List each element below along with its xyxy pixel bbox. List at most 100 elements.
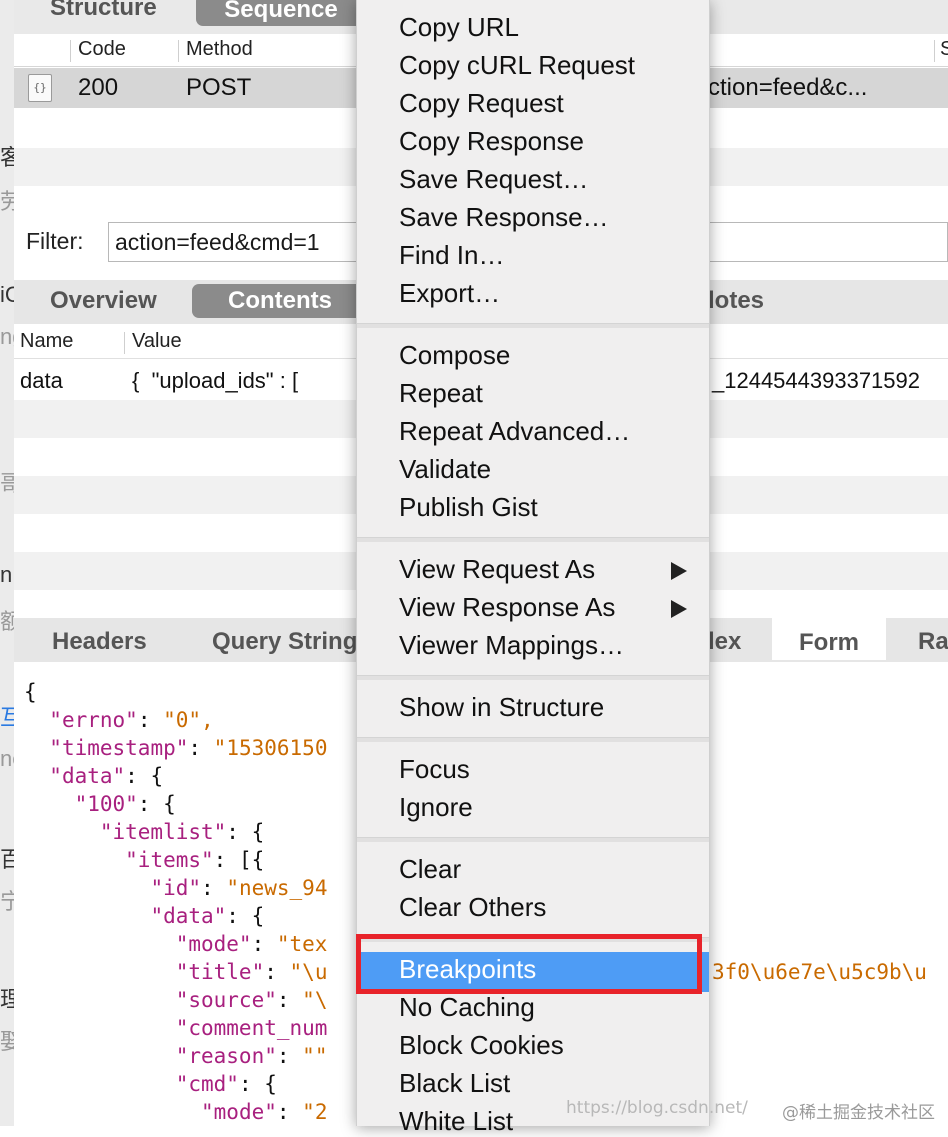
json-line: "mode": "tex	[24, 932, 328, 956]
json-punct: : {	[238, 1072, 277, 1096]
json-line: "data": {	[24, 904, 264, 928]
json-key: "id"	[150, 876, 202, 900]
menu-separator	[357, 537, 709, 542]
json-key: "mode"	[175, 932, 252, 956]
json-key: "title"	[175, 960, 265, 984]
left-glyph: 额	[0, 609, 14, 634]
json-line: "reason": ""	[24, 1044, 328, 1068]
json-value: "tex	[276, 932, 328, 956]
menu-item-compose[interactable]: Compose	[399, 340, 510, 371]
menu-separator	[357, 737, 709, 742]
json-key: "errno"	[49, 708, 138, 732]
menu-item-clear[interactable]: Clear	[399, 854, 461, 885]
json-line: "title": "\u	[24, 960, 328, 984]
column-header-value[interactable]: Value	[132, 330, 182, 353]
tab-notes[interactable]: lotes	[708, 287, 764, 315]
json-key: "data"	[49, 764, 126, 788]
json-line: "100": {	[24, 792, 176, 816]
menu-item-ignore[interactable]: Ignore	[399, 792, 473, 823]
json-punct: :	[276, 988, 303, 1012]
menu-item-clear-others[interactable]: Clear Others	[399, 892, 546, 923]
json-key: "mode"	[201, 1100, 277, 1124]
tab-query-string[interactable]: Query String	[212, 628, 357, 656]
left-glyph: iC	[0, 282, 14, 307]
menu-item-no-caching[interactable]: No Caching	[399, 992, 535, 1023]
json-value: "0",	[163, 708, 214, 732]
json-line: "itemlist": {	[24, 820, 264, 844]
menu-item-view-request-as[interactable]: View Request As	[399, 554, 595, 585]
tab-hex[interactable]: lex	[708, 628, 741, 656]
menu-item-block-cookies[interactable]: Block Cookies	[399, 1030, 564, 1061]
column-header-name[interactable]: Name	[20, 330, 73, 353]
json-key: "100"	[74, 792, 138, 816]
column-header-code[interactable]: Code	[78, 38, 126, 61]
json-value: "\	[302, 988, 328, 1012]
row-method: POST	[186, 74, 252, 101]
submenu-arrow-icon	[671, 562, 687, 580]
menu-item-validate[interactable]: Validate	[399, 454, 491, 485]
json-punct: :	[251, 932, 277, 956]
menu-item-view-response-as[interactable]: View Response As	[399, 592, 615, 623]
tab-sequence[interactable]: Sequence	[196, 0, 366, 26]
menu-item-copy-request[interactable]: Copy Request	[399, 88, 564, 119]
menu-item-viewer-mappings[interactable]: Viewer Mappings…	[399, 630, 624, 661]
json-value: "news_94	[226, 876, 328, 900]
json-line: "errno": "0",	[24, 708, 214, 732]
left-glyph: 百	[0, 847, 14, 872]
menu-item-save-response[interactable]: Save Response…	[399, 202, 609, 233]
json-punct: : {	[125, 764, 164, 788]
left-glyph: 劳	[0, 189, 14, 214]
json-value: "2	[302, 1100, 328, 1124]
menu-item-focus[interactable]: Focus	[399, 754, 470, 785]
tab-structure[interactable]: Structure	[50, 0, 157, 22]
tab-raw[interactable]: Ra	[918, 628, 948, 656]
json-punct: :	[137, 708, 164, 732]
menu-item-export[interactable]: Export…	[399, 278, 500, 309]
left-glyph: 哥	[0, 471, 14, 496]
json-punct: :	[276, 1044, 303, 1068]
menu-item-repeat[interactable]: Repeat	[399, 378, 483, 409]
json-line: "source": "\	[24, 988, 328, 1012]
tab-contents[interactable]: Contents	[192, 284, 368, 318]
json-line: "cmd": {	[24, 1072, 277, 1096]
json-line: {	[24, 680, 37, 704]
left-glyph: 互	[0, 705, 14, 730]
left-glyph: 娶	[0, 1029, 14, 1054]
tab-overview[interactable]: Overview	[50, 287, 157, 315]
menu-item-copy-response[interactable]: Copy Response	[399, 126, 584, 157]
param-value-tail: _1244544393371592	[712, 368, 921, 393]
json-line: "timestamp": "15306150	[24, 736, 327, 760]
menu-item-copy-url[interactable]: Copy URL	[399, 12, 519, 43]
tab-headers[interactable]: Headers	[52, 628, 147, 656]
menu-item-repeat-advanced[interactable]: Repeat Advanced…	[399, 416, 630, 447]
menu-item-find-in[interactable]: Find In…	[399, 240, 505, 271]
watermark-url: https://blog.csdn.net/	[566, 1098, 748, 1118]
json-key: "items"	[125, 848, 214, 872]
left-glyph: 理	[0, 987, 14, 1012]
menu-item-white-list[interactable]: White List	[399, 1106, 513, 1137]
tab-form[interactable]: Form	[772, 618, 886, 660]
column-header-partial[interactable]: S	[940, 38, 948, 61]
left-glyph: ng	[0, 324, 14, 349]
json-value: "15306150	[213, 736, 328, 760]
column-header-method[interactable]: Method	[186, 38, 253, 61]
menu-item-publish-gist[interactable]: Publish Gist	[399, 492, 538, 523]
menu-item-black-list[interactable]: Black List	[399, 1068, 510, 1099]
json-punct: :	[276, 1100, 303, 1124]
menu-item-save-request[interactable]: Save Request…	[399, 164, 588, 195]
menu-item-copy-curl-request[interactable]: Copy cURL Request	[399, 50, 635, 81]
menu-separator	[357, 675, 709, 680]
json-key: "itemlist"	[99, 820, 227, 844]
json-title-tail: 3f0\u6e7e\u5c9b\u	[712, 960, 927, 984]
json-key: "source"	[175, 988, 277, 1012]
column-divider	[178, 40, 179, 62]
left-glyph: 客	[0, 145, 14, 170]
menu-item-show-in-structure[interactable]: Show in Structure	[399, 692, 604, 723]
